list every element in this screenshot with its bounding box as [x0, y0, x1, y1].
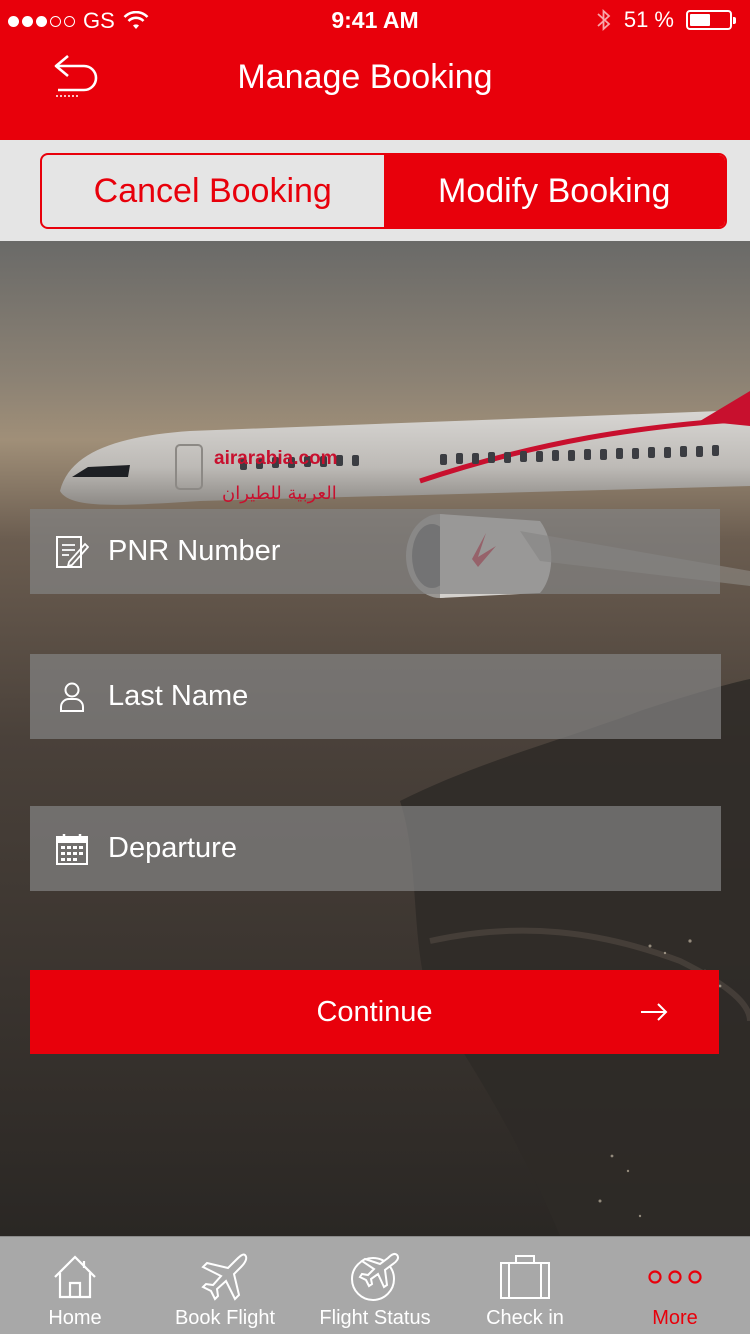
- arrow-right-icon: [641, 1003, 668, 1021]
- flight-status-icon: [347, 1247, 403, 1307]
- segment-cancel-booking[interactable]: Cancel Booking: [42, 155, 384, 227]
- tab-home-label: Home: [48, 1307, 102, 1329]
- bluetooth-icon: [597, 8, 611, 32]
- battery-icon: [686, 10, 736, 30]
- departure-field[interactable]: Departure: [30, 806, 721, 891]
- continue-label: Continue: [316, 995, 433, 1028]
- tab-flight-status-label: Flight Status: [319, 1307, 431, 1329]
- departure-placeholder: Departure: [108, 832, 237, 864]
- edit-document-icon: [52, 532, 92, 572]
- status-bar: GS 9:41 AM 51 %: [0, 0, 750, 40]
- segment-strip: Cancel Booking Modify Booking: [0, 140, 750, 241]
- page-title: Manage Booking: [237, 58, 493, 96]
- airplane-icon: [199, 1247, 251, 1307]
- suitcase-icon: [498, 1247, 552, 1307]
- pnr-number-field[interactable]: PNR Number: [30, 509, 720, 594]
- calendar-icon: [52, 829, 92, 869]
- tab-home[interactable]: Home: [0, 1237, 150, 1334]
- tab-check-in-label: Check in: [486, 1307, 564, 1329]
- battery-percent: 51 %: [623, 7, 674, 32]
- tab-book-flight-label: Book Flight: [174, 1307, 276, 1329]
- airline-logo-arabic: العربية للطيران: [222, 483, 337, 504]
- continue-button[interactable]: Continue: [30, 970, 719, 1054]
- tab-more[interactable]: More: [600, 1237, 750, 1334]
- last-name-field[interactable]: Last Name: [30, 654, 721, 739]
- airline-logo-text: airarabia.com: [214, 448, 338, 469]
- home-icon: [51, 1247, 99, 1307]
- pnr-number-placeholder: PNR Number: [108, 535, 281, 567]
- segment-modify-booking[interactable]: Modify Booking: [383, 155, 725, 227]
- header-bar: GS 9:41 AM 51 % Manage Booking: [0, 0, 750, 140]
- booking-mode-segmented-control: Cancel Booking Modify Booking: [40, 153, 727, 229]
- tab-more-label: More: [652, 1307, 698, 1329]
- tab-check-in[interactable]: Check in: [450, 1237, 600, 1334]
- more-dots-icon: [647, 1247, 703, 1307]
- tab-book-flight[interactable]: Book Flight: [150, 1237, 300, 1334]
- tab-flight-status[interactable]: Flight Status: [300, 1237, 450, 1334]
- last-name-placeholder: Last Name: [108, 680, 249, 712]
- person-icon: [52, 677, 92, 717]
- bottom-tab-bar: Home Book Flight Flight Status Check in: [0, 1236, 750, 1334]
